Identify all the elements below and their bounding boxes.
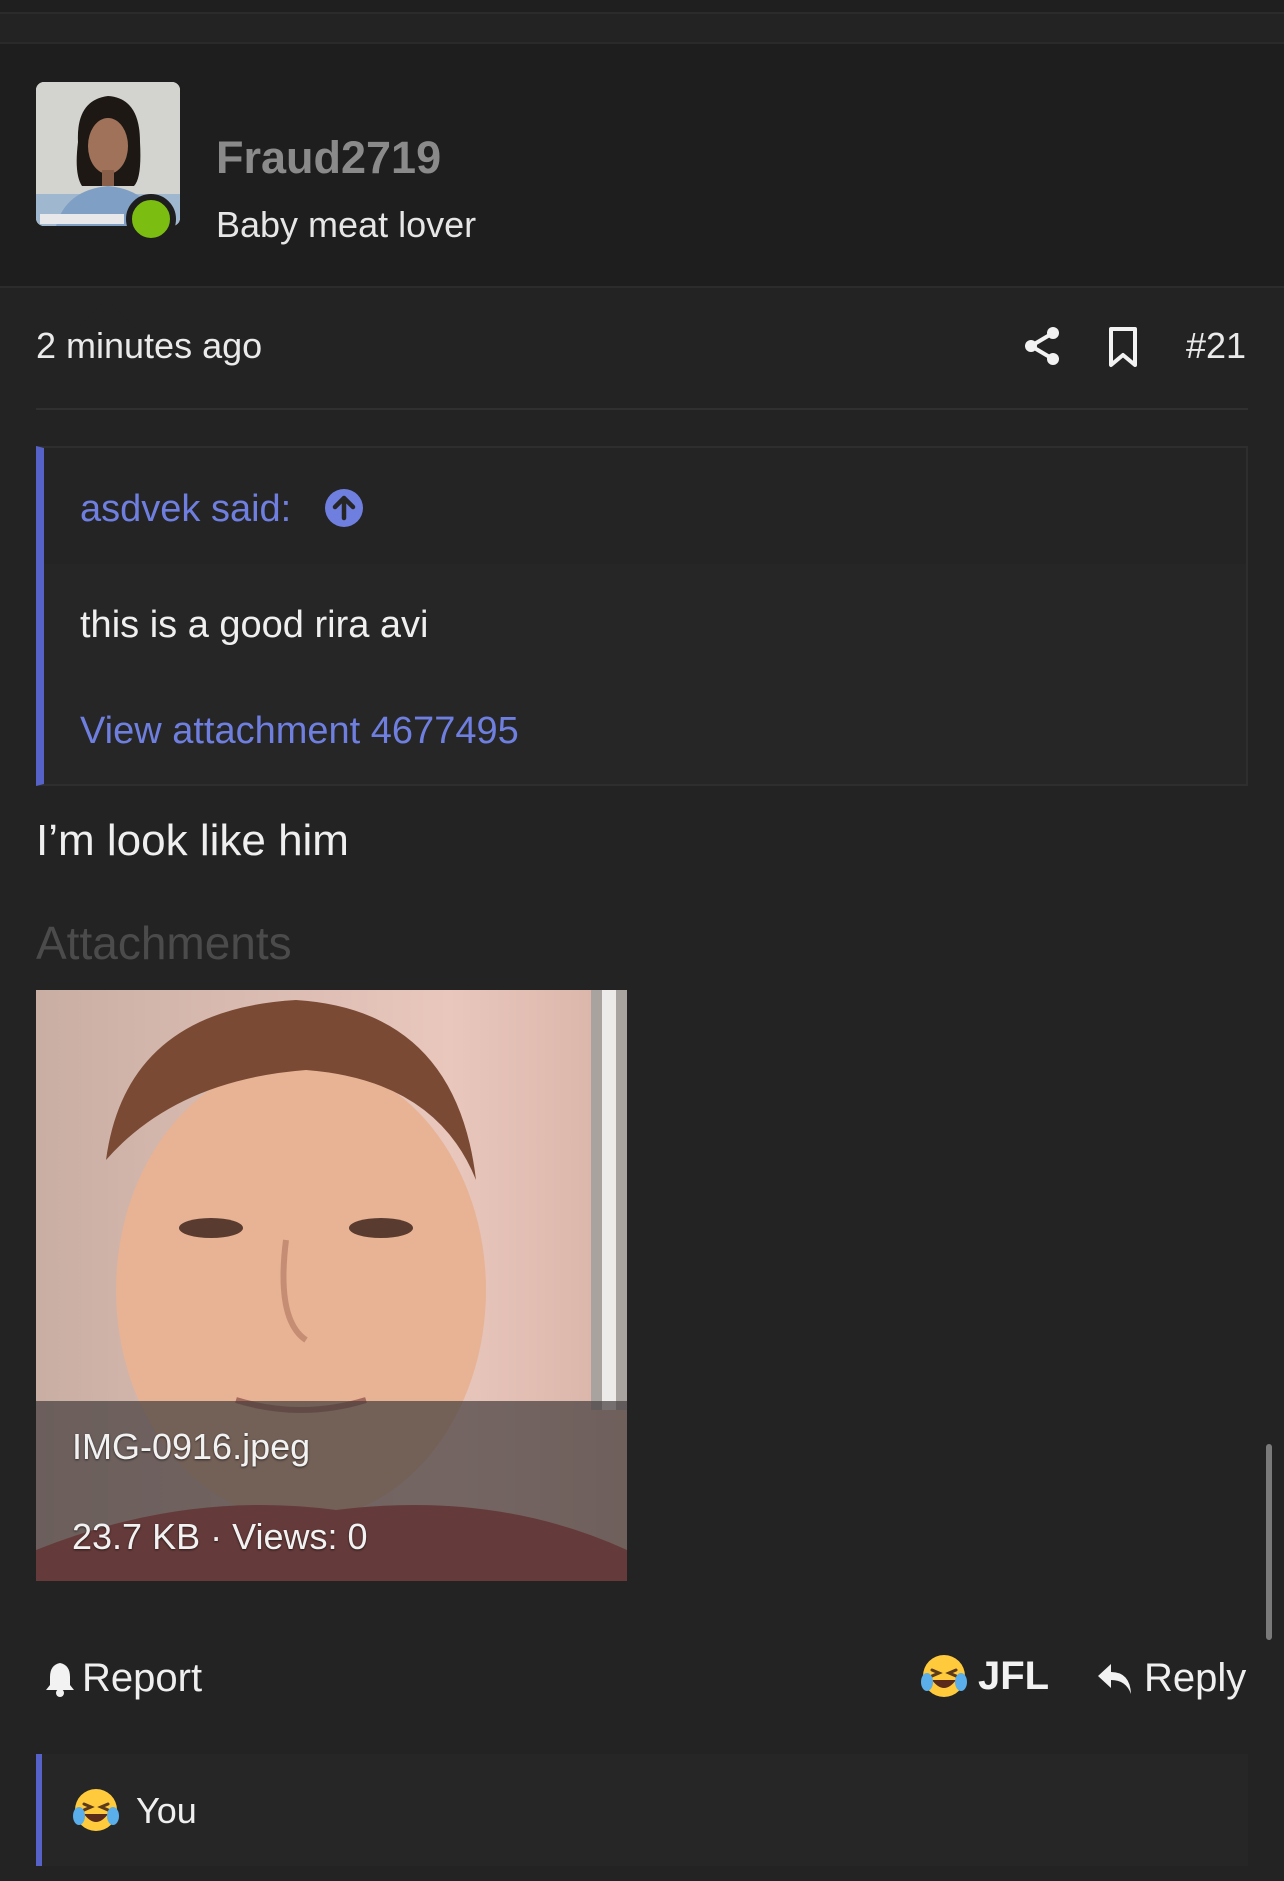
online-status-indicator bbox=[126, 194, 176, 244]
meta-divider bbox=[36, 408, 1248, 410]
reactions-summary[interactable]: You bbox=[136, 1790, 197, 1832]
share-icon[interactable] bbox=[1022, 326, 1062, 366]
report-label: Report bbox=[82, 1656, 203, 1700]
quote-text: this is a good rira avi bbox=[80, 604, 429, 646]
jfl-reaction-button[interactable]: JFL bbox=[920, 1652, 1049, 1700]
quote-block: asdvek said: this is a good rira avi Vie… bbox=[36, 446, 1248, 786]
reply-button[interactable]: Reply bbox=[1096, 1656, 1246, 1701]
reply-icon bbox=[1098, 1663, 1131, 1694]
post-body: I’m look like him bbox=[36, 816, 349, 865]
top-divider bbox=[0, 0, 1284, 14]
bookmark-icon[interactable] bbox=[1106, 326, 1140, 368]
post-author-block: Fraud2719 Baby meat lover bbox=[0, 42, 1284, 329]
attachments-heading: Attachments bbox=[36, 917, 292, 969]
view-attachment-link[interactable]: View attachment 4677495 bbox=[80, 710, 519, 753]
username[interactable]: Fraud2719 bbox=[216, 132, 441, 184]
quote-author[interactable]: asdvek said: bbox=[80, 488, 291, 531]
laughing-crying-emoji bbox=[73, 1789, 119, 1831]
laughing-crying-emoji bbox=[921, 1655, 967, 1697]
arrow-up-circle-icon[interactable] bbox=[324, 488, 364, 528]
user-title: Baby meat lover bbox=[216, 204, 477, 245]
jfl-label: JFL bbox=[978, 1653, 1050, 1698]
reactions-bar[interactable]: You bbox=[36, 1754, 1248, 1866]
report-button[interactable]: Report bbox=[44, 1656, 202, 1701]
attachment-filename[interactable]: IMG-0916.jpeg bbox=[72, 1426, 310, 1468]
attachment-meta: 23.7 KB · Views: 0 bbox=[72, 1516, 368, 1557]
attachment-thumbnail[interactable]: IMG-0916.jpeg 23.7 KB · Views: 0 bbox=[36, 990, 627, 1581]
post-number[interactable]: #21 bbox=[1186, 325, 1246, 367]
reply-label: Reply bbox=[1144, 1656, 1247, 1700]
scrollbar[interactable] bbox=[1266, 1444, 1272, 1640]
bell-icon bbox=[46, 1662, 74, 1697]
thread-page: Fraud2719 Baby meat lover 2 minutes ago … bbox=[0, 0, 1284, 1881]
post-timestamp[interactable]: 2 minutes ago bbox=[36, 325, 262, 367]
